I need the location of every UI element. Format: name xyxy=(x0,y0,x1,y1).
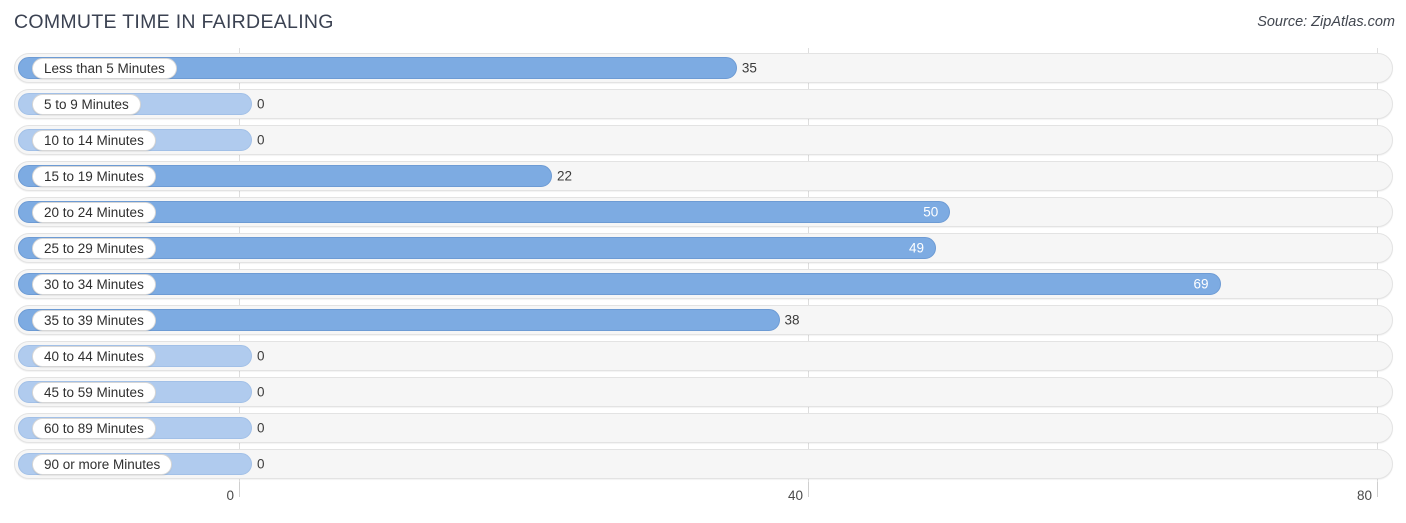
axis-tick-label: 0 xyxy=(226,488,234,503)
bar-category-label: 15 to 19 Minutes xyxy=(32,166,156,187)
bar[interactable] xyxy=(18,273,1221,295)
bar-row[interactable]: Less than 5 Minutes 35 xyxy=(14,53,1393,83)
axis-tick-mark xyxy=(239,482,240,497)
bar-category-label: 20 to 24 Minutes xyxy=(32,202,156,223)
bar-row[interactable]: 45 to 59 Minutes 0 xyxy=(14,377,1393,407)
bar-category-label: 60 to 89 Minutes xyxy=(32,418,156,439)
axis-tick-mark xyxy=(1377,482,1378,497)
bar-value-label: 35 xyxy=(741,60,757,76)
bar-row[interactable]: 25 to 29 Minutes 49 xyxy=(14,233,1393,263)
bar-value-label: 0 xyxy=(257,420,265,436)
x-axis: 0 40 80 xyxy=(0,482,1406,523)
chart-header: COMMUTE TIME IN FAIRDEALING Source: ZipA… xyxy=(0,0,1406,45)
bar-row[interactable]: 60 to 89 Minutes 0 xyxy=(14,413,1393,443)
axis-tick-label: 40 xyxy=(787,488,803,503)
chart-root: COMMUTE TIME IN FAIRDEALING Source: ZipA… xyxy=(0,0,1406,523)
bar-value-label: 0 xyxy=(257,384,265,400)
bar-category-label: 35 to 39 Minutes xyxy=(32,310,156,331)
bar-category-label: Less than 5 Minutes xyxy=(32,58,177,79)
bar-value-label: 38 xyxy=(784,312,800,328)
page-title: COMMUTE TIME IN FAIRDEALING xyxy=(14,11,334,33)
bar-row[interactable]: 90 or more Minutes 0 xyxy=(14,449,1393,479)
bar-category-label: 45 to 59 Minutes xyxy=(32,382,156,403)
bar-row[interactable]: 40 to 44 Minutes 0 xyxy=(14,341,1393,371)
bar-value-label: 50 xyxy=(923,204,939,220)
bar-value-label: 0 xyxy=(257,456,265,472)
bar-row[interactable]: 30 to 34 Minutes 69 xyxy=(14,269,1393,299)
bar[interactable] xyxy=(18,201,951,223)
bar-category-label: 30 to 34 Minutes xyxy=(32,274,156,295)
plot-area: Less than 5 Minutes 35 5 to 9 Minutes 0 10 t… xyxy=(0,45,1406,488)
axis-tick-label: 80 xyxy=(1356,488,1372,503)
bar-category-label: 40 to 44 Minutes xyxy=(32,346,156,367)
bar-value-label: 22 xyxy=(556,168,572,184)
bar-row[interactable]: 5 to 9 Minutes 0 xyxy=(14,89,1393,119)
bar-value-label: 0 xyxy=(257,348,265,364)
bar-value-label: 0 xyxy=(257,132,265,148)
bar-category-label: 10 to 14 Minutes xyxy=(32,130,156,151)
bar-category-label: 90 or more Minutes xyxy=(32,454,173,475)
bar-value-label: 69 xyxy=(1193,276,1209,292)
axis-tick-mark xyxy=(808,482,809,497)
bar-category-label: 5 to 9 Minutes xyxy=(32,94,141,115)
bar-row[interactable]: 20 to 24 Minutes 50 xyxy=(14,197,1393,227)
bar-row[interactable]: 35 to 39 Minutes 38 xyxy=(14,305,1393,335)
bar-value-label: 49 xyxy=(908,240,925,256)
bar-row[interactable]: 15 to 19 Minutes 22 xyxy=(14,161,1393,191)
bar-category-label: 25 to 29 Minutes xyxy=(32,238,156,259)
bar-row[interactable]: 10 to 14 Minutes 0 xyxy=(14,125,1393,155)
bar-value-label: 0 xyxy=(257,96,265,112)
source-attribution: Source: ZipAtlas.com xyxy=(1257,14,1395,30)
